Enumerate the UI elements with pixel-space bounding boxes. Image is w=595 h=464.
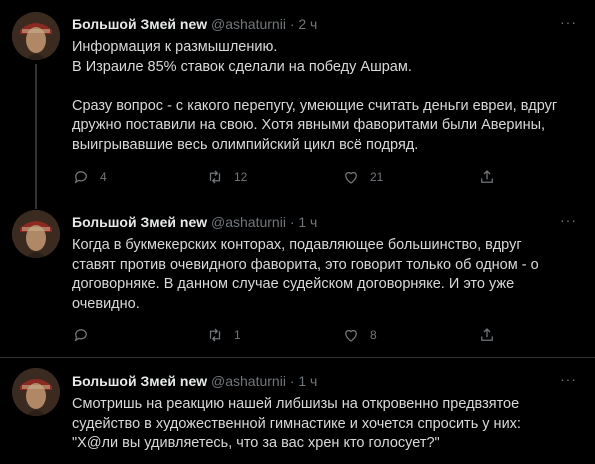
timestamp[interactable]: · 2 ч xyxy=(290,16,318,32)
tweet-header: Большой Змей new @ashaturnii · 1 ч xyxy=(72,372,317,390)
tweet-text: Когда в букмекерских конторах, подавляющ… xyxy=(72,236,577,314)
text-line: Информация к размышлению. xyxy=(72,39,278,55)
avatar-image xyxy=(12,368,60,416)
like-count: 8 xyxy=(370,328,377,342)
share-button[interactable] xyxy=(478,168,496,186)
user-handle[interactable]: @ashaturnii xyxy=(211,373,286,389)
heart-icon xyxy=(345,329,357,342)
tweet-header: Большой Змей new @ashaturnii · 1 ч xyxy=(72,213,317,231)
text-line: договорняке. В данном случае судейском д… xyxy=(72,276,515,292)
tweet-actions: 1 8 xyxy=(72,326,493,346)
retweet-button[interactable]: 12 xyxy=(206,168,247,186)
reply-button[interactable] xyxy=(72,326,100,344)
more-options-icon[interactable]: ··· xyxy=(560,212,577,228)
text-line: судейство в художественной гимнастике и … xyxy=(72,415,521,432)
avatar[interactable] xyxy=(12,210,60,258)
text-line: выигрывавшие весь олимпийский цикл всё п… xyxy=(72,136,419,153)
retweet-icon xyxy=(209,328,221,342)
reply-icon xyxy=(74,171,87,184)
text-line: ставят против очевидного фаворита, это г… xyxy=(72,256,539,273)
share-icon xyxy=(481,170,493,183)
like-button[interactable]: 21 xyxy=(342,168,383,186)
retweet-count: 1 xyxy=(234,328,241,342)
text-line: очевидно. xyxy=(72,295,140,312)
tweet-header: Большой Змей new @ashaturnii · 2 ч xyxy=(72,15,317,33)
tweet-1[interactable]: Большой Змей new @ashaturnii · 2 ч ··· И… xyxy=(0,0,595,209)
tweet-actions: 4 12 21 xyxy=(72,168,493,188)
display-name[interactable]: Большой Змей new xyxy=(72,373,207,389)
timestamp[interactable]: · 1 ч xyxy=(290,373,318,389)
avatar[interactable] xyxy=(12,368,60,416)
text-line: дружно поставили на свою. Хотя явными фа… xyxy=(72,117,546,133)
reply-button[interactable]: 4 xyxy=(72,168,107,186)
user-handle[interactable]: @ashaturnii xyxy=(211,16,286,32)
text-line: Когда в букмекерских конторах, подавляющ… xyxy=(72,237,522,253)
tweet-text: Информация к размышлению. В Израиле 85% … xyxy=(72,38,577,155)
avatar-image xyxy=(12,12,60,60)
share-icon xyxy=(481,328,493,341)
more-options-icon[interactable]: ··· xyxy=(560,14,577,30)
tweet-text: Смотришь на реакцию нашей либшизы на отк… xyxy=(72,395,577,454)
retweet-count: 12 xyxy=(234,170,248,184)
text-line: Сразу вопрос - с какого перепугу, умеющи… xyxy=(72,97,558,114)
reply-count: 4 xyxy=(100,170,107,184)
thread-line xyxy=(35,64,37,209)
text-line: В Израиле 85% ставок сделали на победу А… xyxy=(72,58,412,75)
heart-icon xyxy=(345,171,357,184)
reply-icon xyxy=(74,329,87,342)
tweet-3[interactable]: Большой Змей new @ashaturnii · 1 ч ··· С… xyxy=(0,358,595,464)
like-button[interactable]: 8 xyxy=(342,326,377,344)
avatar[interactable] xyxy=(12,12,60,60)
retweet-icon xyxy=(209,170,221,184)
tweet-2[interactable]: Большой Змей new @ashaturnii · 1 ч ··· К… xyxy=(0,200,595,350)
display-name[interactable]: Большой Змей new xyxy=(72,214,207,230)
share-button[interactable] xyxy=(478,326,496,344)
text-line: "Х@ли вы удивляетесь, что за вас хрен кт… xyxy=(72,435,440,451)
retweet-button[interactable]: 1 xyxy=(206,326,241,344)
more-options-icon[interactable]: ··· xyxy=(560,371,577,387)
user-handle[interactable]: @ashaturnii xyxy=(211,214,286,230)
like-count: 21 xyxy=(370,170,384,184)
text-line: Смотришь на реакцию нашей либшизы на отк… xyxy=(72,396,520,412)
text-line xyxy=(72,77,577,97)
timestamp[interactable]: · 1 ч xyxy=(290,214,318,230)
display-name[interactable]: Большой Змей new xyxy=(72,16,207,32)
avatar-image xyxy=(12,210,60,258)
